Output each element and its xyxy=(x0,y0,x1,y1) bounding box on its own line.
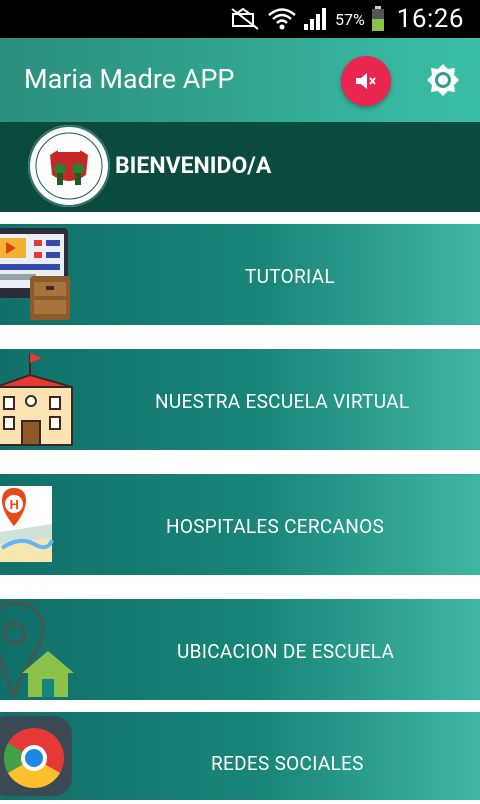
menu-item-nuestra-escuela-virtual[interactable]: NUESTRA ESCUELA VIRTUAL xyxy=(0,349,480,450)
hospital-map-pin-icon: H xyxy=(0,474,78,575)
video-tutorial-icon xyxy=(0,224,78,325)
status-icons: 57% 16:26 xyxy=(231,4,464,34)
battery-percent: 57% xyxy=(335,9,365,29)
welcome-title: BIENVENIDO/A xyxy=(115,152,272,179)
mute-sound-button[interactable] xyxy=(341,56,391,106)
menu-item-tutorial[interactable]: TUTORIAL xyxy=(0,224,480,325)
app-title: Maria Madre APP xyxy=(24,63,235,95)
menu-label-tutorial: TUTORIAL xyxy=(245,265,335,288)
chrome-icon xyxy=(0,712,78,800)
battery-icon xyxy=(371,6,384,31)
app-bar: Maria Madre APP xyxy=(0,38,480,122)
menu-label-hospitales: HOSPITALES CERCANOS xyxy=(166,515,385,538)
welcome-banner: BIENVENIDO/A xyxy=(0,122,480,212)
school-logo xyxy=(28,125,110,207)
menu-item-ubicacion-de-escuela[interactable]: UBICACION DE ESCUELA xyxy=(0,599,480,701)
menu-item-hospitales-cercanos[interactable]: H HOSPITALES CERCANOS xyxy=(0,474,480,575)
menu-label-redes-sociales: REDES SOCIALES xyxy=(211,752,364,775)
menu-item-redes-sociales[interactable]: REDES SOCIALES xyxy=(0,712,480,800)
brightness-settings-button[interactable] xyxy=(424,61,462,99)
wifi-icon xyxy=(268,8,296,30)
school-building-icon xyxy=(0,349,78,450)
brightness-icon xyxy=(427,64,459,96)
signal-icon xyxy=(304,8,327,30)
location-home-icon xyxy=(0,599,78,701)
menu-label-escuela-virtual: NUESTRA ESCUELA VIRTUAL xyxy=(155,390,410,413)
status-bar: 57% 16:26 xyxy=(0,0,480,38)
menu-label-ubicacion: UBICACION DE ESCUELA xyxy=(177,640,395,663)
mute-notification-icon xyxy=(231,8,259,30)
speaker-mute-icon xyxy=(356,73,376,89)
clock: 16:26 xyxy=(396,4,464,34)
svg-text:H: H xyxy=(10,497,19,512)
